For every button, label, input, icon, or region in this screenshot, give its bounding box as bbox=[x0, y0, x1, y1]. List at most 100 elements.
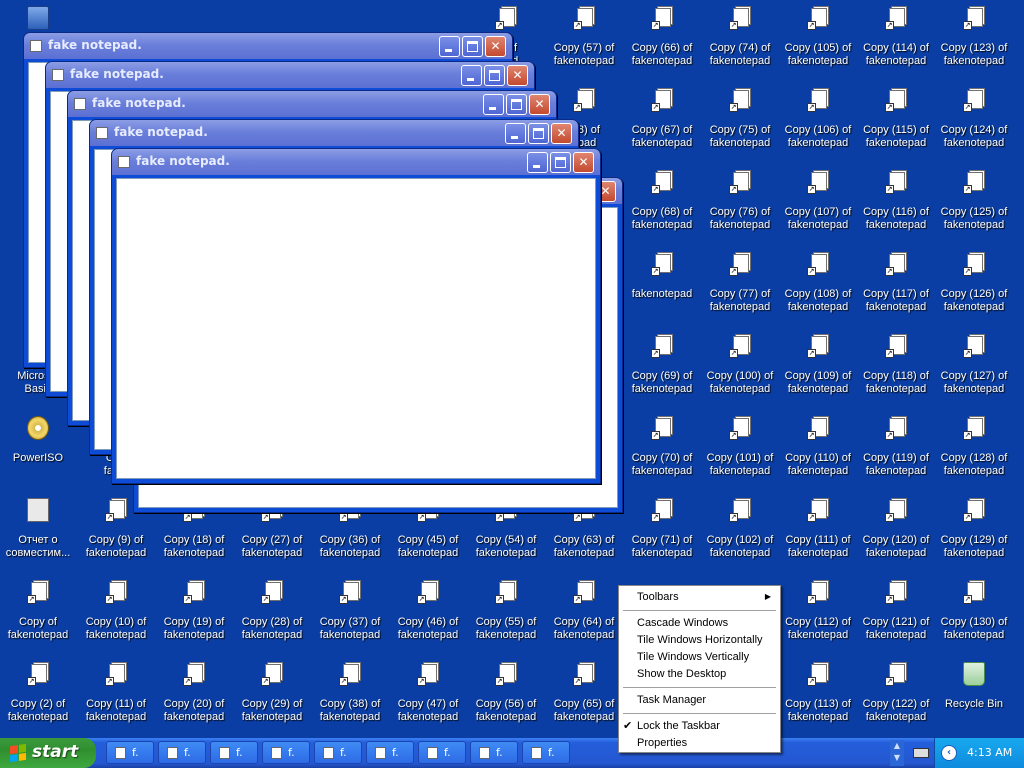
desktop-icon[interactable]: ↗ Copy (129) of fakenotepad bbox=[936, 492, 1012, 572]
clock[interactable]: 4:13 AM bbox=[967, 746, 1012, 759]
desktop-icon[interactable]: Отчет о совместим... bbox=[0, 492, 76, 572]
title-bar[interactable]: fake notepad. ✕ bbox=[112, 149, 600, 175]
maximize-button[interactable] bbox=[528, 123, 549, 144]
desktop-icon[interactable]: ↗ Copy (127) of fakenotepad bbox=[936, 328, 1012, 408]
taskbar-window-button[interactable]: f. bbox=[366, 741, 414, 764]
menu-item-show-the-desktop[interactable]: Show the Desktop bbox=[637, 666, 777, 682]
desktop-icon[interactable]: ↗ Copy (37) of fakenotepad bbox=[312, 574, 388, 654]
desktop-icon[interactable]: ↗ Copy (70) of fakenotepad bbox=[624, 410, 700, 490]
taskbar-window-button[interactable]: f. bbox=[522, 741, 570, 764]
taskbar-window-button[interactable]: f. bbox=[314, 741, 362, 764]
desktop-icon[interactable]: ↗ Copy (71) of fakenotepad bbox=[624, 492, 700, 572]
desktop-icon[interactable]: ↗ Copy (28) of fakenotepad bbox=[234, 574, 310, 654]
close-button[interactable]: ✕ bbox=[529, 94, 550, 115]
taskbar-window-button[interactable]: f. bbox=[470, 741, 518, 764]
desktop-icon[interactable]: ↗ Copy (10) of fakenotepad bbox=[78, 574, 154, 654]
minimize-button[interactable] bbox=[527, 152, 548, 173]
menu-item-properties[interactable]: Properties bbox=[637, 735, 777, 751]
desktop-icon[interactable]: ↗ Copy of fakenotepad bbox=[0, 574, 76, 654]
start-button[interactable]: start bbox=[0, 738, 96, 768]
desktop-icon[interactable]: ↗ Copy (117) of fakenotepad bbox=[858, 246, 934, 326]
desktop-icon[interactable]: ↗ Copy (69) of fakenotepad bbox=[624, 328, 700, 408]
desktop-icon[interactable]: ↗ Copy (101) of fakenotepad bbox=[702, 410, 778, 490]
desktop-icon[interactable]: ↗ Copy (108) of fakenotepad bbox=[780, 246, 856, 326]
desktop-icon[interactable]: ↗ Copy (107) of fakenotepad bbox=[780, 164, 856, 244]
desktop-icon[interactable]: ↗ Copy (106) of fakenotepad bbox=[780, 82, 856, 162]
desktop-icon[interactable]: ↗ Copy (118) of fakenotepad bbox=[858, 328, 934, 408]
menu-item-cascade-windows[interactable]: Cascade Windows bbox=[637, 615, 777, 631]
desktop-icon[interactable]: ↗ Copy (46) of fakenotepad bbox=[390, 574, 466, 654]
desktop-icon[interactable]: ↗ Copy (122) of fakenotepad bbox=[858, 656, 934, 736]
taskbar-scroll-arrows[interactable]: ▲ ▼ bbox=[890, 740, 904, 766]
desktop-icon[interactable]: ↗ Copy (56) of fakenotepad bbox=[468, 656, 544, 736]
notepad-icon[interactable] bbox=[30, 40, 42, 52]
desktop-icon[interactable]: ↗ Copy (47) of fakenotepad bbox=[390, 656, 466, 736]
desktop-icon[interactable]: ↗ Copy (55) of fakenotepad bbox=[468, 574, 544, 654]
desktop-icon[interactable]: ↗ Copy (111) of fakenotepad bbox=[780, 492, 856, 572]
desktop-icon[interactable]: ↗ Copy (125) of fakenotepad bbox=[936, 164, 1012, 244]
desktop-icon[interactable]: ↗ Copy (120) of fakenotepad bbox=[858, 492, 934, 572]
desktop-icon[interactable]: ↗ Copy (65) of fakenotepad bbox=[546, 656, 622, 736]
minimize-button[interactable] bbox=[439, 36, 460, 57]
desktop-icon[interactable]: ↗ Copy (68) of fakenotepad bbox=[624, 164, 700, 244]
minimize-button[interactable] bbox=[505, 123, 526, 144]
desktop-icon[interactable]: ↗ Copy (74) of fakenotepad bbox=[702, 0, 778, 80]
desktop-icon[interactable]: ↗ Copy (124) of fakenotepad bbox=[936, 82, 1012, 162]
desktop-icon[interactable]: ↗ Copy (116) of fakenotepad bbox=[858, 164, 934, 244]
close-button[interactable]: ✕ bbox=[507, 65, 528, 86]
close-button[interactable]: ✕ bbox=[485, 36, 506, 57]
desktop-icon[interactable]: ↗ Copy (123) of fakenotepad bbox=[936, 0, 1012, 80]
minimize-button[interactable] bbox=[483, 94, 504, 115]
desktop-icon[interactable]: ↗ Copy (66) of fakenotepad bbox=[624, 0, 700, 80]
desktop-icon[interactable]: ↗ Copy (121) of fakenotepad bbox=[858, 574, 934, 654]
title-bar[interactable]: fake notepad. ✕ bbox=[46, 62, 534, 88]
desktop-icon[interactable]: ↗ Copy (102) of fakenotepad bbox=[702, 492, 778, 572]
desktop-icon[interactable]: ↗ Copy (100) of fakenotepad bbox=[702, 328, 778, 408]
desktop-icon[interactable]: ↗ Copy (38) of fakenotepad bbox=[312, 656, 388, 736]
desktop-icon[interactable]: ↗ Copy (110) of fakenotepad bbox=[780, 410, 856, 490]
notepad-icon[interactable] bbox=[118, 156, 130, 168]
desktop-icon[interactable]: ↗ Copy (76) of fakenotepad bbox=[702, 164, 778, 244]
desktop-icon[interactable]: ↗ Copy (109) of fakenotepad bbox=[780, 328, 856, 408]
close-button[interactable]: ✕ bbox=[573, 152, 594, 173]
minimize-button[interactable] bbox=[461, 65, 482, 86]
close-button[interactable]: ✕ bbox=[551, 123, 572, 144]
title-bar[interactable]: fake notepad. ✕ bbox=[90, 120, 578, 146]
desktop-icon[interactable]: ↗ Copy (77) of fakenotepad bbox=[702, 246, 778, 326]
notepad-icon[interactable] bbox=[96, 127, 108, 139]
desktop-icon[interactable]: PowerISO bbox=[0, 410, 76, 490]
notepad-icon[interactable] bbox=[52, 69, 64, 81]
taskbar-window-button[interactable]: f. bbox=[262, 741, 310, 764]
desktop-icon[interactable]: ↗ Copy (113) of fakenotepad bbox=[780, 656, 856, 736]
notepad-window[interactable]: fake notepad. ✕ bbox=[111, 148, 601, 484]
maximize-button[interactable] bbox=[462, 36, 483, 57]
text-area[interactable] bbox=[116, 178, 596, 479]
maximize-button[interactable] bbox=[550, 152, 571, 173]
title-bar[interactable]: fake notepad. ✕ bbox=[68, 91, 556, 117]
menu-item-task-manager[interactable]: Task Manager bbox=[637, 692, 777, 708]
taskbar-window-button[interactable]: f. bbox=[106, 741, 154, 764]
taskbar-window-button[interactable]: f. bbox=[418, 741, 466, 764]
desktop-icon[interactable]: ↗ Copy (64) of fakenotepad bbox=[546, 574, 622, 654]
desktop-icon[interactable]: ↗ Copy (67) of fakenotepad bbox=[624, 82, 700, 162]
desktop-icon[interactable]: ↗ Copy (115) of fakenotepad bbox=[858, 82, 934, 162]
desktop-icon[interactable]: ↗ Copy (112) of fakenotepad bbox=[780, 574, 856, 654]
desktop-icon[interactable]: ↗ Copy (105) of fakenotepad bbox=[780, 0, 856, 80]
desktop-icon[interactable]: ↗ Copy (20) of fakenotepad bbox=[156, 656, 232, 736]
desktop-icon[interactable]: ↗ Copy (29) of fakenotepad bbox=[234, 656, 310, 736]
desktop-icon[interactable]: ↗ Copy (11) of fakenotepad bbox=[78, 656, 154, 736]
desktop-icon[interactable]: ↗ Copy (57) of fakenotepad bbox=[546, 0, 622, 80]
maximize-button[interactable] bbox=[484, 65, 505, 86]
desktop-icon[interactable]: ↗ Copy (19) of fakenotepad bbox=[156, 574, 232, 654]
notepad-icon[interactable] bbox=[74, 98, 86, 110]
maximize-button[interactable] bbox=[506, 94, 527, 115]
title-bar[interactable]: fake notepad. ✕ bbox=[24, 33, 512, 59]
taskbar-window-button[interactable]: f. bbox=[210, 741, 258, 764]
desktop-icon[interactable]: Recycle Bin bbox=[936, 656, 1012, 736]
desktop-icon[interactable]: ↗ Copy (128) of fakenotepad bbox=[936, 410, 1012, 490]
desktop-icon[interactable]: ↗ fakenotepad bbox=[624, 246, 700, 326]
menu-item-toolbars[interactable]: Toolbars ▶ bbox=[637, 589, 777, 605]
menu-item-tile-windows-horizontally[interactable]: Tile Windows Horizontally bbox=[637, 632, 777, 648]
tray-expand-icon[interactable]: ‹ bbox=[941, 745, 957, 761]
desktop-icon[interactable]: ↗ Copy (2) of fakenotepad bbox=[0, 656, 76, 736]
